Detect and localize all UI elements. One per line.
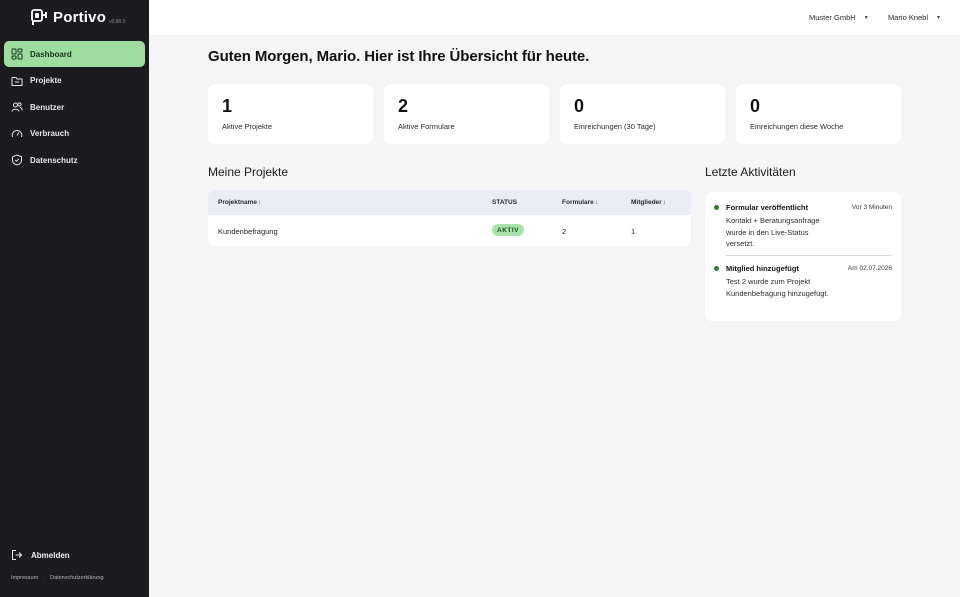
column-header-mitglieder[interactable]: Mitglieder ↕	[631, 199, 666, 206]
company-switcher[interactable]: Muster GmbH ▼	[809, 13, 869, 22]
sidebar-item-label: Datenschutz	[30, 155, 78, 165]
column-header-formulare[interactable]: Formulare ↕	[562, 199, 598, 206]
app-name: Portivo	[53, 9, 107, 26]
portivo-logo-icon	[31, 9, 47, 25]
project-name-cell[interactable]: Kundenbefragung	[218, 227, 278, 236]
stat-label: Einreichungen diese Woche	[750, 122, 844, 131]
page-greeting: Guten Morgen, Mario. Hier ist Ihre Übers…	[208, 48, 590, 65]
impressum-link[interactable]: Impressum	[11, 575, 38, 581]
sort-icon: ↕	[662, 199, 666, 206]
sidebar-footer: Impressum · Datenschutzerklärung	[11, 575, 104, 581]
stat-value: 2	[398, 96, 409, 116]
activities-title: Letzte Aktivitäten	[705, 165, 796, 179]
projects-table: Projektname ↕ STATUS Formulare ↕ Mitgliede…	[208, 190, 691, 246]
stat-label: Aktive Formulare	[398, 122, 455, 131]
activity-title: Formular veröffentlicht	[726, 203, 809, 212]
stat-label: Einreichungen (30 Tage)	[574, 122, 656, 131]
sidebar: Portivo v0.80.0 Dashboard Projekte Benut…	[0, 0, 149, 597]
column-label: Projektname	[218, 199, 258, 206]
stat-value: 1	[222, 96, 233, 116]
sidebar-item-label: Verbrauch	[30, 129, 70, 138]
app-version: v0.80.0	[109, 19, 126, 25]
sort-icon: ↕	[594, 199, 598, 206]
activity-description: Kontakt + Beratungsanfrage wurde in den …	[726, 216, 820, 248]
sidebar-item-datenschutz[interactable]: Datenschutz	[4, 147, 145, 173]
logout-button[interactable]: Abmelden	[11, 549, 70, 561]
projects-title: Meine Projekte	[208, 165, 289, 179]
stat-card-submissions-week: 0 Einreichungen diese Woche	[736, 84, 901, 144]
column-header-projektname[interactable]: Projektname ↕	[218, 199, 261, 206]
stat-value: 0	[574, 96, 585, 116]
stat-card-active-projects: 1 Aktive Projekte	[208, 84, 373, 144]
sidebar-nav: Dashboard Projekte Benutzer Verbrauch Da…	[4, 41, 145, 174]
sidebar-item-projekte[interactable]: Projekte	[4, 68, 145, 94]
activity-time: Vor 3 Minuten	[851, 204, 892, 211]
sidebar-item-benutzer[interactable]: Benutzer	[4, 94, 145, 120]
sidebar-item-label: Benutzer	[30, 102, 65, 112]
caret-down-icon: ▼	[936, 14, 941, 21]
user-name: Mario Knebl	[888, 13, 929, 22]
folder-icon	[11, 75, 23, 87]
sort-icon: ↕	[258, 199, 262, 206]
activity-dot-icon	[714, 266, 719, 271]
sidebar-item-verbrauch[interactable]: Verbrauch	[4, 121, 145, 147]
company-name: Muster GmbH	[809, 13, 856, 22]
activity-time: Am 02.07.2026	[847, 265, 892, 272]
activity-dot-icon	[714, 205, 719, 210]
shield-icon	[11, 154, 23, 166]
stat-value: 0	[750, 96, 761, 116]
topbar: Muster GmbH ▼ Mario Knebl ▼	[149, 0, 960, 35]
caret-down-icon: ▼	[863, 14, 869, 21]
activity-divider	[726, 255, 892, 256]
forms-count-cell: 2	[562, 227, 567, 236]
stat-card-active-forms: 2 Aktive Formulare	[384, 84, 549, 144]
logout-label: Abmelden	[31, 550, 70, 560]
users-icon	[11, 101, 23, 113]
app-logo[interactable]: Portivo v0.80.0	[30, 9, 125, 26]
sidebar-item-dashboard[interactable]: Dashboard	[4, 41, 145, 67]
table-header: Projektname ↕ STATUS Formulare ↕ Mitgliede…	[208, 190, 691, 215]
members-count-cell: 1	[631, 227, 636, 236]
column-header-status: STATUS	[492, 199, 517, 206]
footer-separator: ·	[43, 575, 46, 581]
activity-title: Mitglied hinzugefügt	[726, 264, 799, 273]
status-badge: AKTIV	[492, 224, 524, 236]
stat-card-submissions-30d: 0 Einreichungen (30 Tage)	[560, 84, 725, 144]
gauge-icon	[11, 128, 23, 140]
logout-icon	[11, 549, 23, 561]
activities-card: Formular veröffentlicht Vor 3 Minuten Ko…	[705, 192, 901, 321]
sidebar-item-label: Projekte	[30, 76, 62, 85]
column-label: STATUS	[492, 199, 518, 206]
dashboard-icon	[11, 48, 23, 60]
privacy-link[interactable]: Datenschutzerklärung	[50, 575, 104, 581]
user-menu[interactable]: Mario Knebl ▼	[888, 13, 941, 22]
column-label: Mitglieder	[631, 199, 662, 206]
sidebar-item-label: Dashboard	[30, 49, 72, 59]
activity-description: Test 2 wurde zum Projekt Kundenbefragung…	[726, 277, 829, 298]
stat-label: Aktive Projekte	[222, 122, 273, 131]
column-label: Formulare	[562, 199, 594, 206]
